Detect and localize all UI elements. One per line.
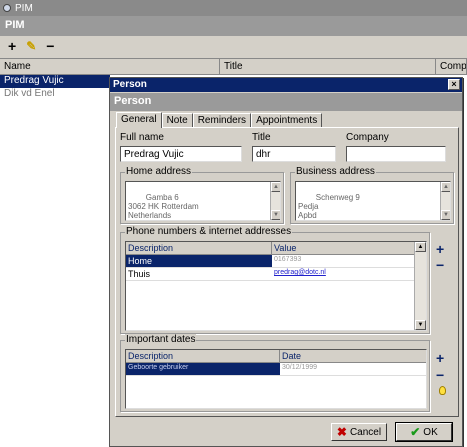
dates-row-description[interactable]: Geboorte gebruiker xyxy=(126,363,280,376)
lightbulb-icon[interactable] xyxy=(439,386,446,395)
cancel-label: Cancel xyxy=(349,426,382,438)
company-label: Company xyxy=(346,132,389,143)
cancel-button[interactable]: ✖ Cancel xyxy=(331,423,387,441)
scroll-up-icon[interactable]: ▲ xyxy=(271,182,280,192)
phone-column-description[interactable]: Description xyxy=(126,242,272,255)
tab-strip: General Note Reminders Appointments xyxy=(116,112,323,128)
tab-general[interactable]: General xyxy=(116,112,162,128)
title-label: Title xyxy=(252,132,271,143)
app-icon xyxy=(3,4,11,12)
check-icon: ✔ xyxy=(410,425,421,439)
window-titlebar: PIM xyxy=(0,0,467,16)
phone-row-description[interactable]: Thuis xyxy=(126,268,272,281)
fullname-label: Full name xyxy=(120,132,164,143)
remove-phone-icon[interactable]: − xyxy=(436,258,444,272)
scroll-down-icon[interactable]: ▼ xyxy=(271,210,280,220)
dates-column-description[interactable]: Description xyxy=(126,350,280,363)
dates-grid[interactable]: Description Date Geboorte gebruiker 30/1… xyxy=(125,349,427,409)
dialog-title: Person xyxy=(113,79,147,90)
phone-row-description[interactable]: Home xyxy=(126,255,272,268)
cancel-icon: ✖ xyxy=(336,425,347,439)
business-address-label: Business address xyxy=(295,166,376,177)
dates-label: Important dates xyxy=(125,334,197,345)
tab-appointments[interactable]: Appointments xyxy=(251,113,323,128)
add-date-icon[interactable]: + xyxy=(436,351,444,365)
phone-label: Phone numbers & internet addresses xyxy=(125,226,293,237)
phone-grid-scrollbar[interactable]: ▲ ▼ xyxy=(414,242,426,330)
home-address-scrollbar[interactable]: ▲ ▼ xyxy=(270,182,280,220)
ok-button[interactable]: ✔ OK xyxy=(395,422,453,442)
business-address-scrollbar[interactable]: ▲ ▼ xyxy=(440,182,450,220)
business-address-text: Schenweg 9 Pedja Apbd xyxy=(298,193,360,220)
list-item[interactable]: Dik vd Enel xyxy=(0,88,55,101)
dialog-titlebar: Person × xyxy=(110,78,462,92)
dates-row-date[interactable]: 30/12/1999 xyxy=(280,363,426,376)
phone-grid[interactable]: Description Value Home 0167393 Thuis pre… xyxy=(125,241,427,331)
general-panel: Full name Predrag Vujic Title dhr Compan… xyxy=(115,127,459,417)
phone-group: Phone numbers & internet addresses Descr… xyxy=(120,226,430,334)
scroll-down-icon[interactable]: ▼ xyxy=(441,210,450,220)
scroll-up-icon[interactable]: ▲ xyxy=(415,242,426,252)
person-dialog: Person × Person General Note Reminders A… xyxy=(109,77,463,447)
home-address-group: Home address Gamba 6 3062 HK Rotterdam N… xyxy=(120,166,284,224)
toolbar: + ✎ − xyxy=(0,36,467,56)
tab-note[interactable]: Note xyxy=(161,113,193,128)
close-icon[interactable]: × xyxy=(448,79,460,90)
remove-icon[interactable]: − xyxy=(46,39,54,53)
home-address-text: Gamba 6 3062 HK Rotterdam Netherlands xyxy=(128,193,199,220)
fullname-field[interactable]: Predrag Vujic xyxy=(120,146,242,162)
dialog-header: Person xyxy=(110,93,462,111)
scroll-up-icon[interactable]: ▲ xyxy=(441,182,450,192)
home-address-field[interactable]: Gamba 6 3062 HK Rotterdam Netherlands ▲ … xyxy=(125,181,281,221)
add-phone-icon[interactable]: + xyxy=(436,242,444,256)
window-title: PIM xyxy=(15,2,33,14)
company-field[interactable] xyxy=(346,146,446,162)
edit-icon[interactable]: ✎ xyxy=(26,39,36,53)
add-icon[interactable]: + xyxy=(8,39,16,53)
phone-row-value[interactable]: predrag@dotc.nl xyxy=(272,268,416,281)
business-address-group: Business address Schenweg 9 Pedja Apbd ▲… xyxy=(290,166,454,224)
page-header: PIM xyxy=(0,16,467,36)
title-field[interactable]: dhr xyxy=(252,146,336,162)
phone-row-value[interactable]: 0167393 xyxy=(272,255,416,268)
home-address-label: Home address xyxy=(125,166,193,177)
column-header-title[interactable]: Title xyxy=(220,59,436,75)
phone-column-value[interactable]: Value xyxy=(272,242,416,255)
dates-group: Important dates Description Date Geboort… xyxy=(120,334,430,412)
dates-column-date[interactable]: Date xyxy=(280,350,426,363)
column-header-company[interactable]: Company xyxy=(436,59,467,75)
tab-reminders[interactable]: Reminders xyxy=(192,113,252,128)
remove-date-icon[interactable]: − xyxy=(436,368,444,382)
scroll-down-icon[interactable]: ▼ xyxy=(415,320,426,330)
column-header-name[interactable]: Name xyxy=(0,59,220,75)
business-address-field[interactable]: Schenweg 9 Pedja Apbd ▲ ▼ xyxy=(295,181,451,221)
ok-label: OK xyxy=(423,426,438,438)
list-item[interactable]: Predrag Vujic xyxy=(0,75,110,88)
